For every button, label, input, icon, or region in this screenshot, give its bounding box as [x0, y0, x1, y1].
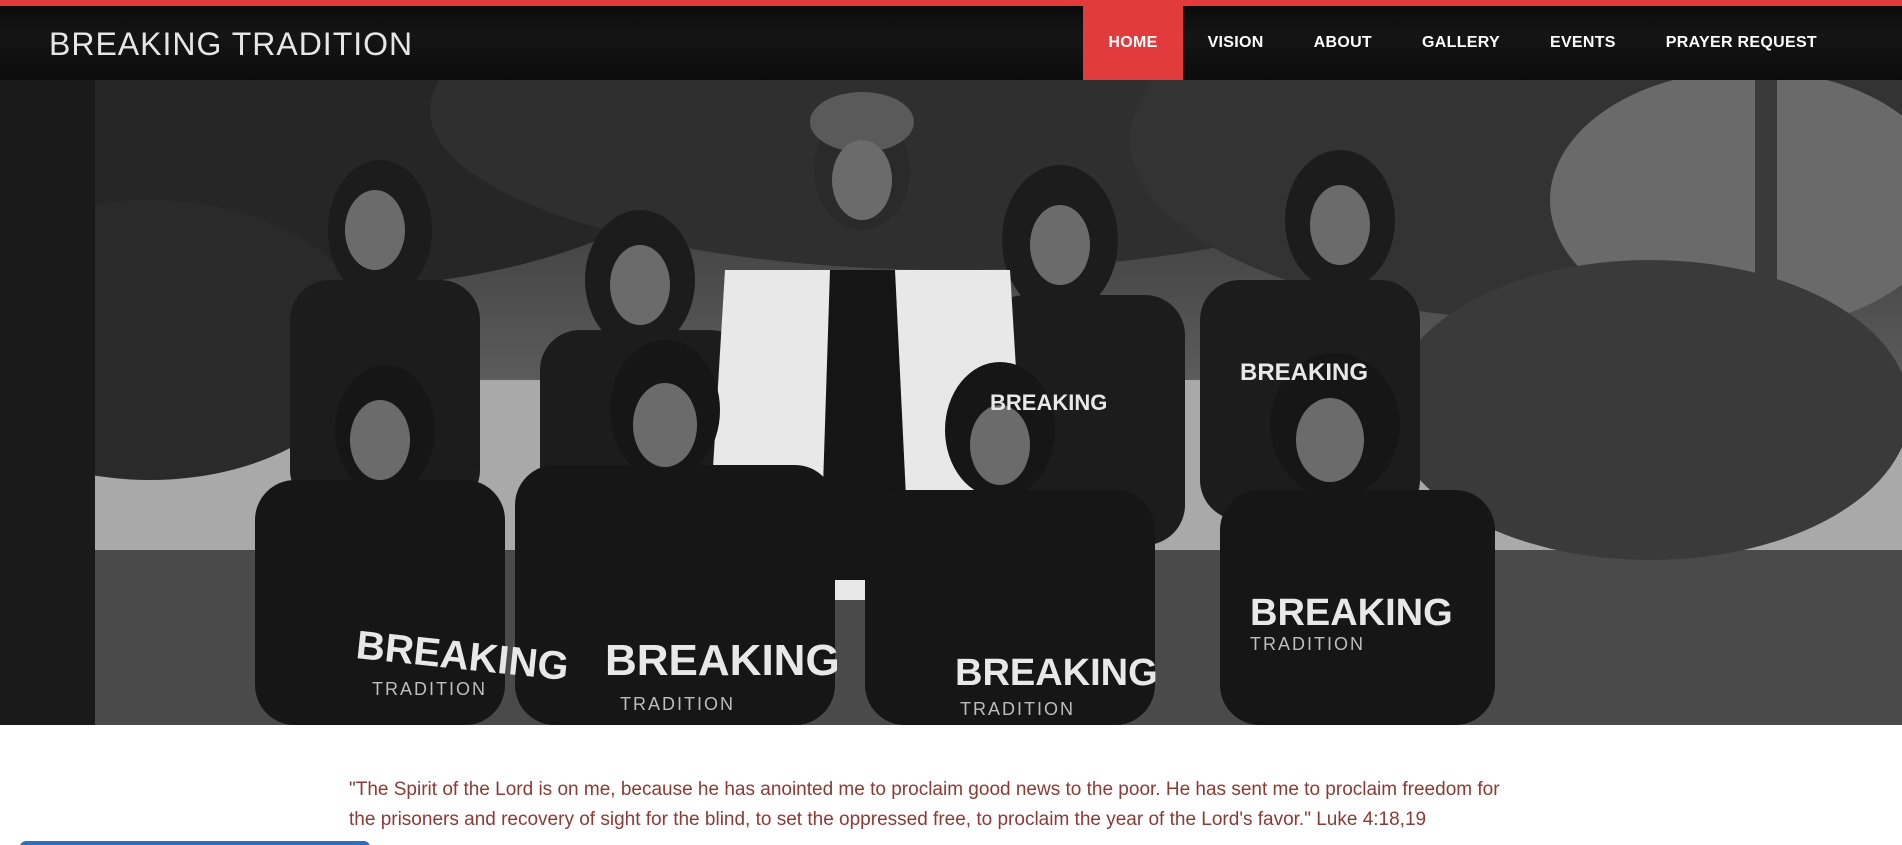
tshirt-subtext-3: TRADITION — [960, 699, 1075, 719]
nav-vision[interactable]: VISION — [1183, 6, 1289, 80]
tshirt-text-6: BREAKING — [990, 390, 1107, 415]
nav-gallery[interactable]: GALLERY — [1397, 6, 1525, 80]
tshirt-subtext-4: TRADITION — [1250, 634, 1365, 654]
tshirt-text-3: BREAKING — [955, 652, 1158, 694]
hero-photo-illustration: BREAKING BREAKING BREAKING BREAKING BREA… — [0, 80, 1902, 725]
nav-about[interactable]: ABOUT — [1289, 6, 1397, 80]
main-nav: HOME VISION ABOUT GALLERY EVENTS PRAYER … — [1083, 6, 1842, 80]
tshirt-subtext-1: TRADITION — [372, 679, 487, 699]
page: BREAKING TRADITION HOME VISION ABOUT GAL… — [0, 0, 1902, 845]
quote-line-1: "The Spirit of the Lord is on me, becaus… — [349, 779, 1500, 800]
quote-line-2: the prisoners and recovery of sight for … — [349, 809, 1427, 830]
site-brand[interactable]: BREAKING TRADITION — [49, 28, 413, 60]
header-navbar: BREAKING TRADITION HOME VISION ABOUT GAL… — [0, 6, 1902, 80]
chat-widget-tab[interactable] — [20, 841, 370, 845]
tshirt-subtext-2: TRADITION — [620, 694, 735, 714]
scripture-quote: "The Spirit of the Lord is on me, becaus… — [349, 775, 1569, 835]
tshirt-text-4: BREAKING — [1250, 592, 1453, 634]
tshirt-text-5: BREAKING — [1240, 359, 1368, 386]
tshirt-text-2: BREAKING — [605, 636, 840, 685]
nav-events[interactable]: EVENTS — [1525, 6, 1641, 80]
hero-group-photo: BREAKING BREAKING BREAKING BREAKING BREA… — [0, 80, 1902, 725]
nav-prayer-request[interactable]: PRAYER REQUEST — [1641, 6, 1842, 80]
nav-home[interactable]: HOME — [1083, 6, 1183, 80]
